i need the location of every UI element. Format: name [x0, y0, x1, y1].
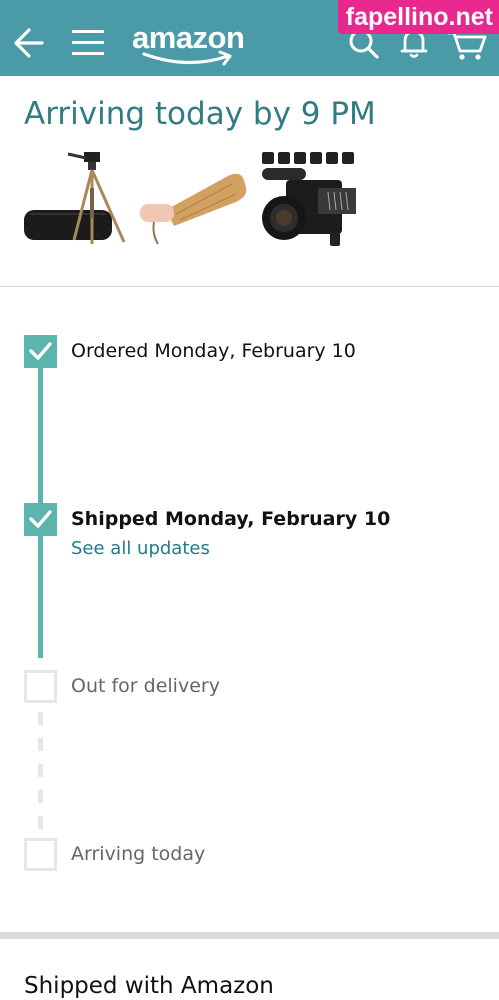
step-shipped-check: [24, 503, 57, 536]
delivery-heading: Arriving today by 9 PM: [24, 96, 376, 132]
product-thumbnail-paddle[interactable]: [136, 148, 248, 250]
product-thumbnail-camcorder[interactable]: [256, 148, 368, 250]
product-thumbnail-tripod[interactable]: [22, 148, 132, 250]
progress-track-pending: [38, 712, 43, 725]
checkmark-icon: [29, 510, 52, 528]
watermark: fapellino.net: [337, 0, 499, 34]
checkmark-icon: [29, 342, 52, 360]
step-arriving-check: [24, 838, 57, 871]
back-arrow-icon[interactable]: [12, 26, 46, 60]
section-divider: [0, 286, 499, 287]
step-ordered-label: Ordered Monday, February 10: [71, 340, 356, 362]
step-out-for-delivery-check: [24, 670, 57, 703]
hamburger-menu-icon[interactable]: [70, 28, 106, 58]
shipped-with-title: Shipped with Amazon: [24, 973, 274, 999]
see-all-updates-link[interactable]: See all updates: [71, 538, 210, 559]
smile-arrow-icon: [142, 50, 232, 66]
section-divider-thick: [0, 932, 499, 939]
progress-track-pending: [38, 790, 43, 803]
step-out-for-delivery-label: Out for delivery: [71, 675, 220, 697]
step-arriving-label: Arriving today: [71, 843, 206, 865]
progress-track-pending: [38, 738, 43, 751]
step-shipped-label: Shipped Monday, February 10: [71, 508, 391, 530]
progress-track-pending: [38, 816, 43, 829]
step-ordered-check: [24, 335, 57, 368]
progress-track-pending: [38, 764, 43, 777]
amazon-logo[interactable]: amazon: [132, 18, 252, 66]
